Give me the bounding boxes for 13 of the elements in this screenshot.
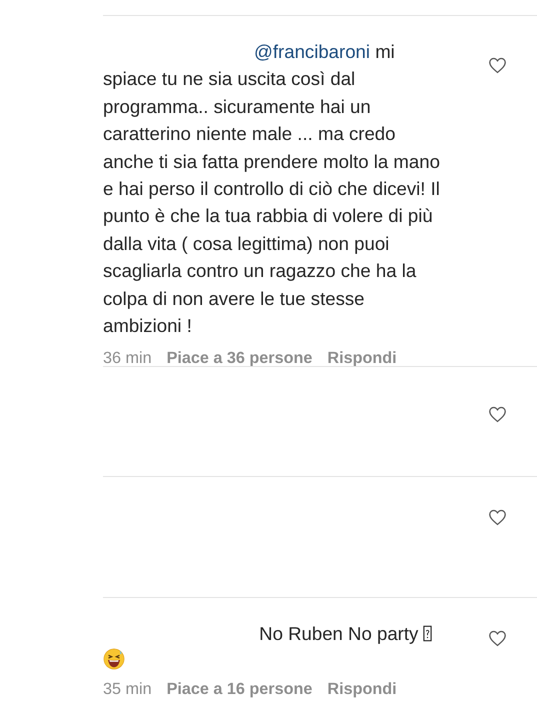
heart-icon[interactable] <box>488 630 507 647</box>
reply-link[interactable]: Rispondi <box>327 680 397 700</box>
heart-icon[interactable] <box>488 509 507 526</box>
comment-text: No Ruben No party <box>103 620 441 648</box>
mention-link[interactable]: @francibaroni <box>254 41 370 62</box>
likes-link[interactable]: Piace a 36 persone <box>166 349 312 368</box>
comment-time: 35 min <box>103 680 152 700</box>
heart-icon[interactable] <box>488 57 507 74</box>
likes-link[interactable]: Piace a 16 persone <box>166 680 312 700</box>
heart-icon[interactable] <box>488 406 507 423</box>
comment-text: @francibaroni mi spiace tu ne sia uscita così dal programma.. sicuramente hai un caratterino niente male ... ma credo anche ti sia fatta prendere molto la mano e hai perso il controllo di ciò che dicevi! Il punto è che la tua rabbia di volere di più dalla vita ( cosa legittima) non puoi scagliarla contro un ragazzo che ha la colpa di non avere le tue stesse ambizioni ! <box>103 40 441 338</box>
comment-time: 36 min <box>103 349 152 368</box>
reply-link[interactable]: Rispondi <box>327 349 397 368</box>
